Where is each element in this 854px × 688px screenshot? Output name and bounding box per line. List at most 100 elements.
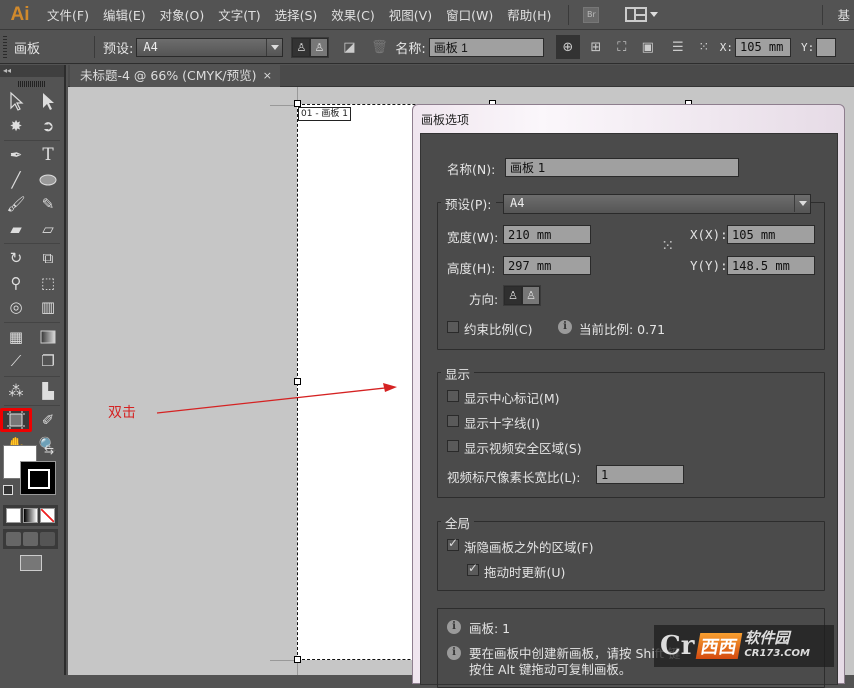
close-icon[interactable]: × [263,65,272,87]
landscape-button[interactable]: ♙ [522,286,540,305]
artboard-options-dialog: 画板选项 名称(N): 预设(P): A4 宽度(W): 高度(H): ⁙ X(… [412,104,845,688]
document-tab[interactable]: 未标题-4 @ 66% (CMYK/预览) × [70,65,280,87]
portrait-button[interactable]: ♙ [504,286,522,305]
gradient-tool[interactable] [32,325,64,349]
new-artboard-button[interactable]: ◪ [339,37,359,57]
annotation-label: 双击 [108,405,136,421]
pencil-tool[interactable]: ✎ [32,192,64,216]
perspective-grid-tool[interactable]: ▥ [32,295,64,319]
default-fill-stroke-icon[interactable] [3,485,13,495]
guide [297,87,298,101]
stroke-swatch[interactable] [20,461,56,495]
menu-object[interactable]: 对象(O) [153,5,212,24]
move-copy-artwork-button[interactable]: ⊕ [555,35,580,59]
menu-effect[interactable]: 效果(C) [324,5,381,24]
move-artwork-icon: ⊕ [562,39,574,55]
show-safe-areas-checkbox[interactable] [447,440,459,452]
column-graph-tool[interactable]: ▙ [32,379,64,403]
watermark-url: CR173.COM [744,648,810,659]
eyedropper-tool[interactable]: ⟋ [0,349,32,373]
show-center-mark-button[interactable]: ⊞ [586,37,606,57]
chevron-down-icon [266,38,282,56]
collapse-panel-button[interactable]: ◂◂ [0,65,64,77]
bridge-button[interactable]: Br [583,6,600,23]
width-tool[interactable]: ⚲ [0,271,32,295]
arrange-documents-button[interactable] [625,7,659,22]
draw-behind-button[interactable] [23,532,38,546]
show-safe-areas-button[interactable]: ▣ [638,37,658,57]
color-button[interactable] [6,508,21,523]
preset-value: A4 [143,39,158,54]
x-input[interactable] [735,37,792,57]
scale-tool[interactable]: ⧉ [32,246,64,270]
preset-select[interactable]: A4 [136,37,284,57]
blend-tool[interactable]: ❐ [32,349,64,373]
reference-point-button[interactable]: ⁙ [694,37,714,57]
x-input[interactable] [727,225,815,244]
fade-region-checkbox[interactable] [447,536,459,551]
artboard-name-input[interactable] [428,37,544,57]
resize-handle[interactable] [294,378,301,385]
portrait-icon: ♙ [296,40,307,54]
update-while-dragging-checkbox[interactable] [467,561,479,576]
show-crosshairs-checkbox[interactable] [447,415,459,427]
landscape-button[interactable]: ♙ [310,37,329,57]
draw-normal-button[interactable] [6,532,21,546]
swap-fill-stroke-icon[interactable]: ⇆ [44,443,54,457]
portrait-button[interactable]: ♙ [292,37,311,57]
guide [270,660,295,661]
change-screen-mode-button[interactable] [20,555,42,571]
preset-select[interactable]: A4 [503,194,811,214]
magic-wand-tool[interactable]: ✸ [0,114,32,138]
pen-icon: ✒ [9,146,23,164]
selection-tool[interactable] [0,89,32,113]
show-center-mark-checkbox[interactable] [447,390,459,402]
constrain-label: 约束比例(C) [464,322,533,337]
menu-select[interactable]: 选择(S) [268,5,325,24]
name-input[interactable] [505,158,739,177]
y-input[interactable] [816,37,837,57]
pen-tool[interactable]: ✒ [0,143,32,167]
draw-inside-button[interactable] [40,532,55,546]
menu-edit[interactable]: 编辑(E) [96,5,153,24]
delete-artboard-button[interactable]: 🗑 [369,37,389,57]
slice-tool[interactable]: ✐ [32,408,64,432]
y-input[interactable] [727,256,815,275]
reference-point-icon[interactable]: ⁙ [661,236,674,255]
gradient-button[interactable] [23,508,38,523]
line-segment-tool[interactable]: ╱ [0,168,32,192]
lasso-tool[interactable]: ➲ [32,114,64,138]
resize-handle[interactable] [294,656,301,663]
menu-view[interactable]: 视图(V) [382,5,439,24]
none-button[interactable] [40,508,55,523]
artboard-tool[interactable] [0,408,33,432]
mesh-tool[interactable]: ▦ [0,325,32,349]
y-label: Y(Y): [690,258,728,273]
paintbrush-tool[interactable]: 🖌 [0,192,32,216]
rotate-tool[interactable]: ↻ [0,246,32,270]
blob-brush-icon: ▰ [10,219,22,238]
blob-brush-tool[interactable]: ▰ [0,217,32,241]
symbol-sprayer-tool[interactable]: ⁂ [0,379,32,403]
type-tool[interactable]: T [32,143,64,167]
width-input[interactable] [503,225,591,244]
shape-builder-tool[interactable]: ◎ [0,295,32,319]
artboard-options-button[interactable]: ☰ [668,37,688,57]
show-crosshairs-button[interactable]: ⛶ [612,37,632,57]
menu-file[interactable]: 文件(F) [40,5,96,24]
free-transform-tool[interactable]: ⬚ [32,271,64,295]
ellipse-tool[interactable] [32,168,64,192]
height-input[interactable] [503,256,591,275]
menu-window[interactable]: 窗口(W) [439,5,500,24]
pixel-ratio-input[interactable] [596,465,684,484]
eraser-tool[interactable]: ▱ [32,217,64,241]
direct-selection-icon [43,93,54,110]
workspace-switcher[interactable]: 基 [837,5,854,24]
menu-help[interactable]: 帮助(H) [500,5,558,24]
resize-handle[interactable] [294,100,301,107]
constrain-proportions-checkbox[interactable] [447,321,459,333]
panel-grip[interactable] [18,81,46,87]
panel-grip[interactable] [3,36,7,58]
direct-selection-tool[interactable] [32,89,64,113]
menu-type[interactable]: 文字(T) [211,5,267,24]
